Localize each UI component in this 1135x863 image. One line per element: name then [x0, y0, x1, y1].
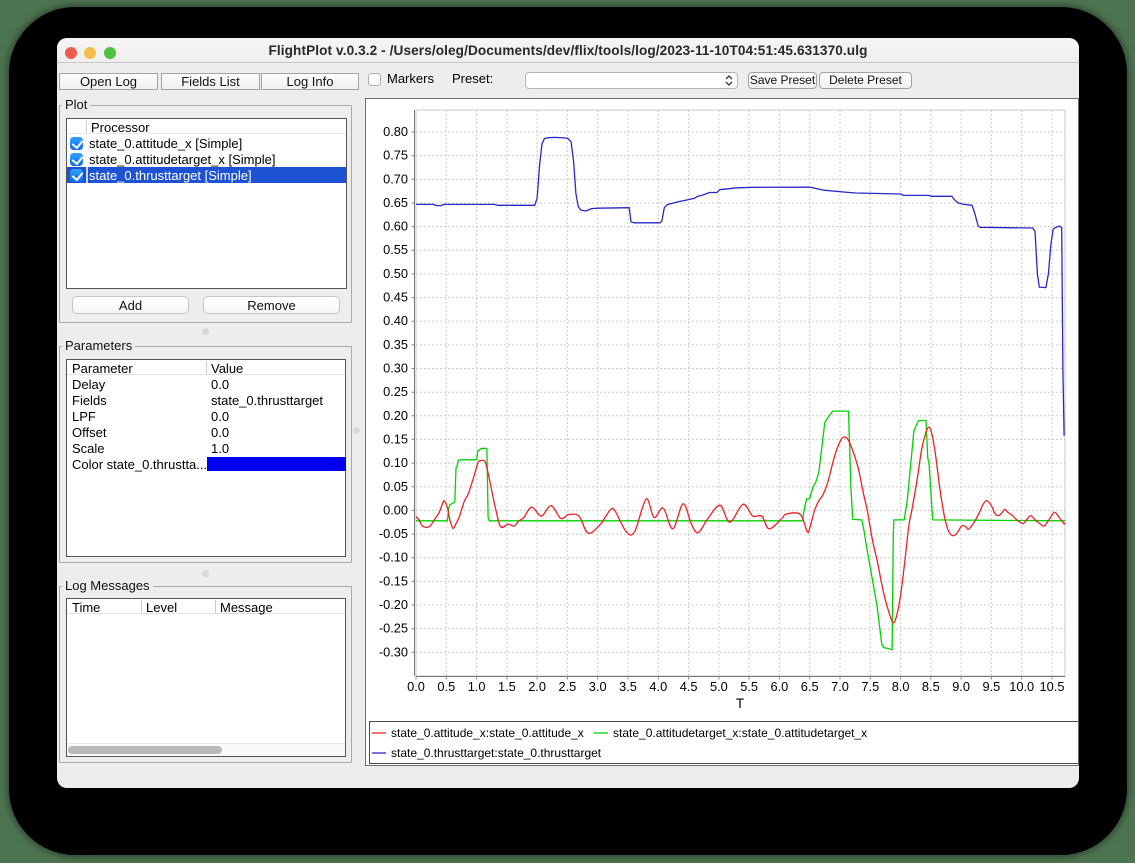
svg-text:5.5: 5.5: [740, 679, 758, 694]
svg-text:0.30: 0.30: [383, 361, 408, 376]
svg-text:0.60: 0.60: [383, 219, 408, 234]
svg-text:10.0: 10.0: [1009, 679, 1034, 694]
svg-text:3.5: 3.5: [619, 679, 637, 694]
svg-text:0.35: 0.35: [383, 337, 408, 352]
svg-text:-0.20: -0.20: [379, 597, 408, 612]
svg-text:9.5: 9.5: [983, 679, 1001, 694]
svg-text:T: T: [736, 696, 744, 711]
svg-text:0.00: 0.00: [383, 502, 408, 517]
svg-text:state_0.attitudetarget_x:state: state_0.attitudetarget_x:state_0.attitud…: [613, 726, 867, 740]
svg-text:9.0: 9.0: [952, 679, 970, 694]
svg-text:8.0: 8.0: [892, 679, 910, 694]
svg-text:-0.25: -0.25: [379, 621, 408, 636]
svg-text:2.5: 2.5: [559, 679, 577, 694]
svg-text:10.5: 10.5: [1040, 679, 1065, 694]
svg-text:6.0: 6.0: [771, 679, 789, 694]
svg-text:0.70: 0.70: [383, 171, 408, 186]
svg-text:0.05: 0.05: [383, 479, 408, 494]
svg-text:0.55: 0.55: [383, 242, 408, 257]
svg-text:4.0: 4.0: [649, 679, 667, 694]
svg-text:2.0: 2.0: [528, 679, 546, 694]
svg-text:0.20: 0.20: [383, 408, 408, 423]
svg-text:0.40: 0.40: [383, 313, 408, 328]
svg-text:state_0.attitude_x:state_0.att: state_0.attitude_x:state_0.attitude_x: [391, 726, 584, 740]
svg-text:7.5: 7.5: [861, 679, 879, 694]
svg-text:1.0: 1.0: [468, 679, 486, 694]
svg-text:7.0: 7.0: [831, 679, 849, 694]
svg-text:-0.10: -0.10: [379, 550, 408, 565]
svg-text:4.5: 4.5: [680, 679, 698, 694]
svg-text:-0.15: -0.15: [379, 573, 408, 588]
svg-text:0.75: 0.75: [383, 148, 408, 163]
svg-text:8.5: 8.5: [922, 679, 940, 694]
svg-text:6.5: 6.5: [801, 679, 819, 694]
svg-text:0.5: 0.5: [437, 679, 455, 694]
svg-text:0.10: 0.10: [383, 455, 408, 470]
svg-text:state_0.thrusttarget:state_0.t: state_0.thrusttarget:state_0.thrusttarge…: [391, 746, 602, 760]
svg-text:-0.30: -0.30: [379, 644, 408, 659]
svg-text:0.45: 0.45: [383, 290, 408, 305]
svg-text:0.65: 0.65: [383, 195, 408, 210]
svg-text:0.15: 0.15: [383, 431, 408, 446]
svg-text:1.5: 1.5: [498, 679, 516, 694]
svg-text:0.50: 0.50: [383, 266, 408, 281]
svg-text:-0.05: -0.05: [379, 526, 408, 541]
svg-text:3.0: 3.0: [589, 679, 607, 694]
svg-text:0.0: 0.0: [407, 679, 425, 694]
svg-text:0.80: 0.80: [383, 124, 408, 139]
svg-text:0.25: 0.25: [383, 384, 408, 399]
svg-text:5.0: 5.0: [710, 679, 728, 694]
